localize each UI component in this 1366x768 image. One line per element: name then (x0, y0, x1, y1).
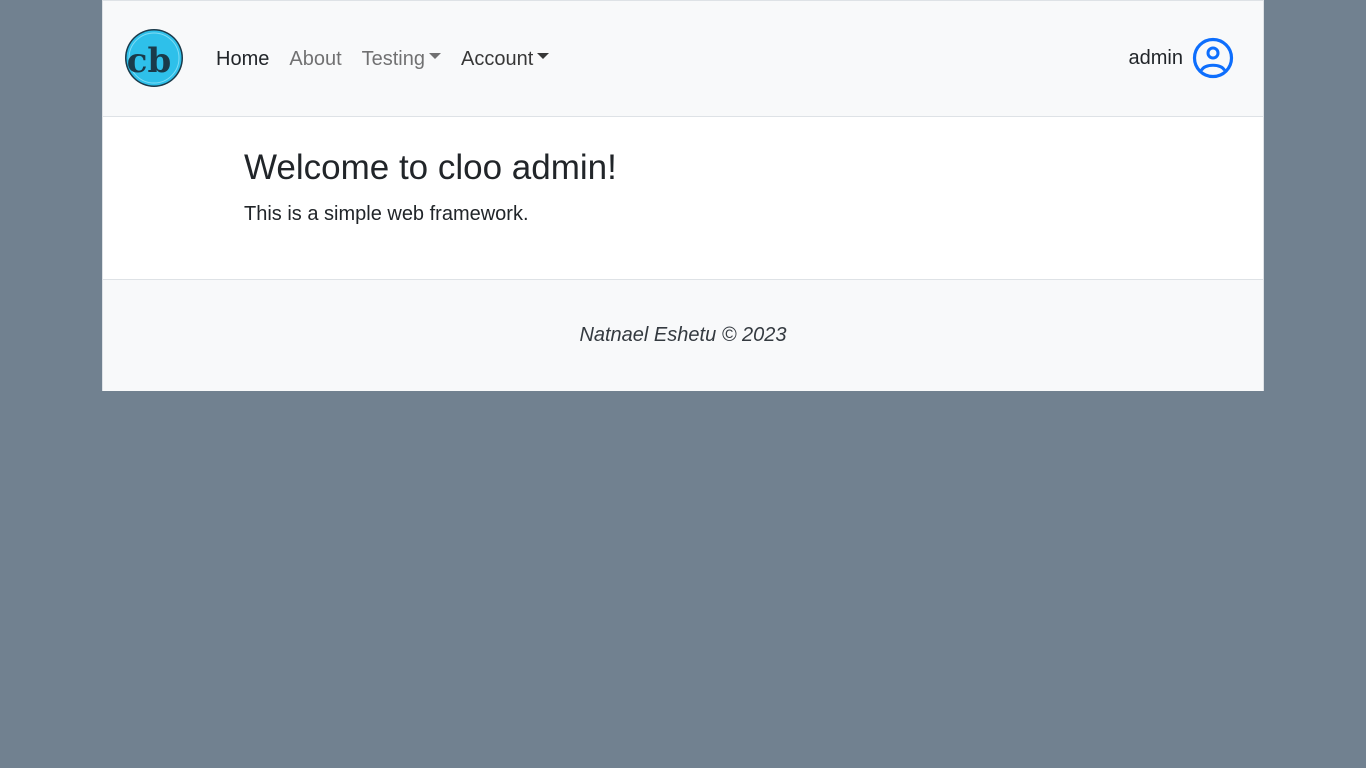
user-circle-icon[interactable] (1192, 37, 1234, 79)
nav-dropdown-testing-label: Testing (361, 48, 425, 70)
nav-dropdown-account-label: Account (461, 48, 534, 70)
nav-link-home[interactable]: Home (216, 47, 269, 71)
nav-link-home-label: Home (216, 48, 270, 70)
page-heading: Welcome to cloo admin! (244, 148, 617, 187)
nav-links: Home About Testing Account (216, 47, 569, 71)
caret-down-icon (429, 53, 441, 59)
caret-down-icon (537, 53, 550, 59)
nav-link-about[interactable]: About (289, 47, 341, 71)
nav-dropdown-testing[interactable]: Testing (362, 47, 441, 71)
logo[interactable]: cb (124, 28, 184, 88)
footer: Natnael Eshetu © 2023 (103, 279, 1263, 391)
username: admin (1128, 47, 1183, 69)
main-content: Welcome to cloo admin! This is a simple … (103, 117, 1263, 279)
page-container: cb Home About Testing Account admin Welc… (102, 0, 1264, 391)
nav-dropdown-account[interactable]: Account (461, 47, 550, 71)
user-menu[interactable]: admin (1129, 37, 1234, 79)
navbar: cb Home About Testing Account admin (103, 0, 1263, 117)
svg-text:cb: cb (127, 41, 171, 81)
footer-copyright: Natnael Eshetu © 2023 (579, 324, 787, 346)
lead-text: This is a simple web framework. (244, 203, 529, 225)
nav-link-about-label: About (289, 48, 342, 70)
